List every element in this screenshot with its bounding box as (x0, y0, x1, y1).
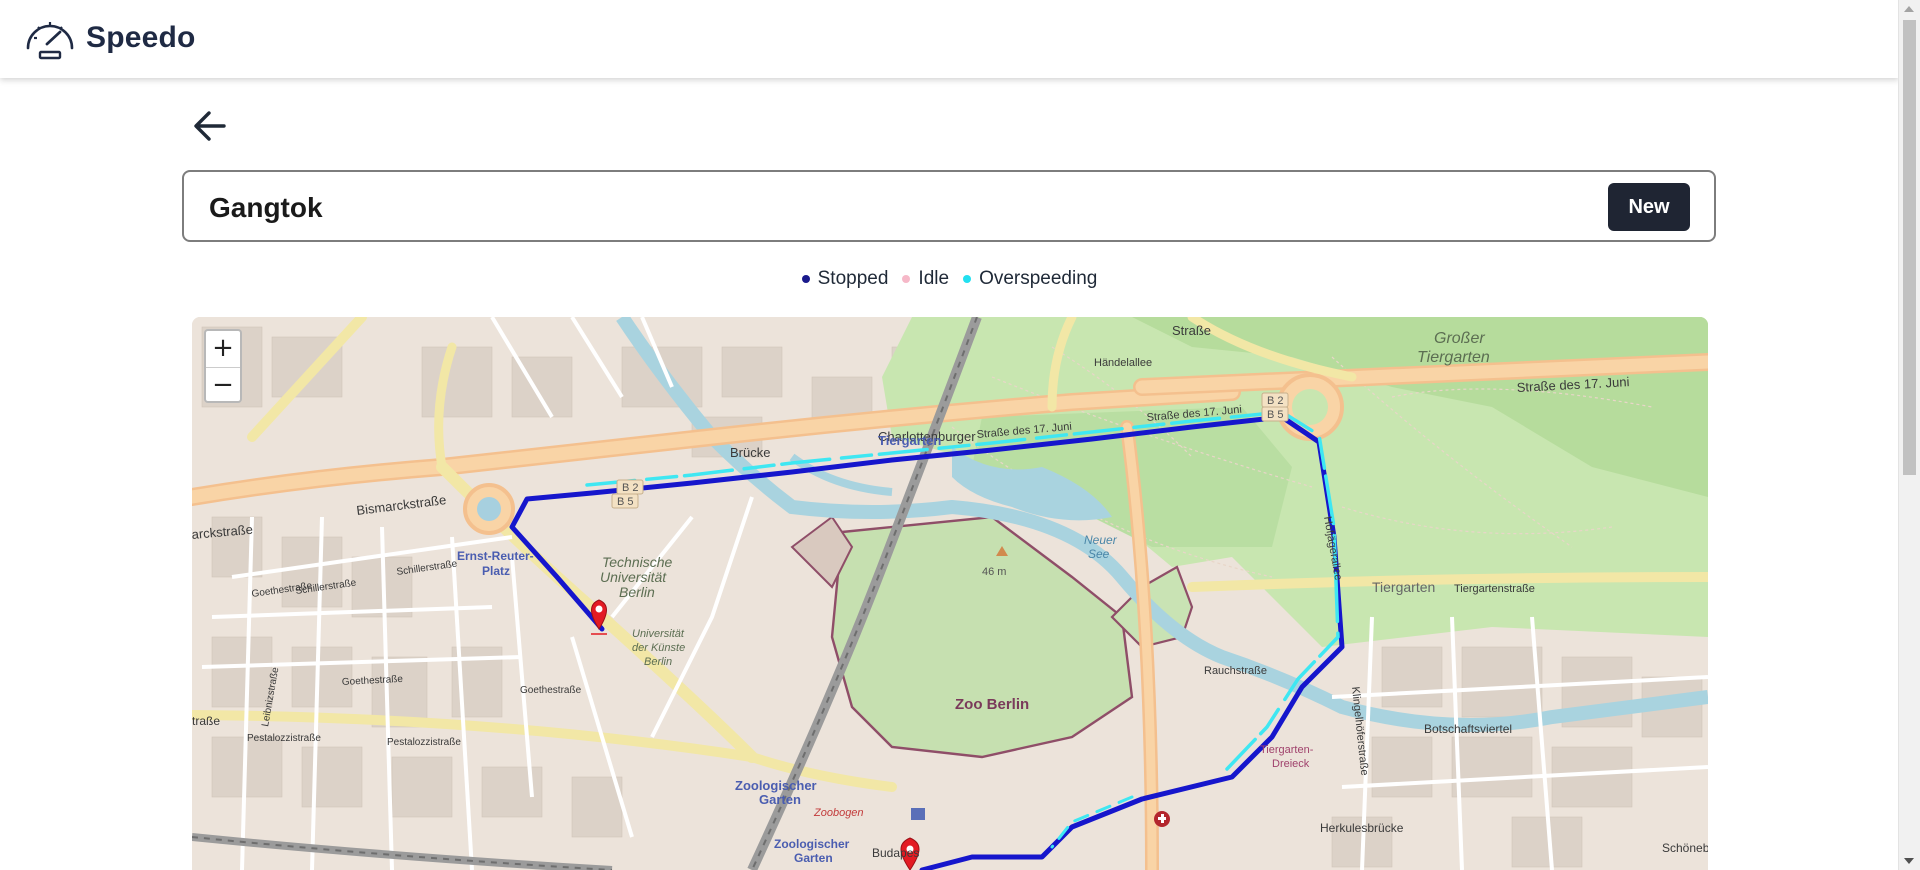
map-label: Pestalozzistraße (247, 733, 321, 744)
new-button[interactable]: New (1608, 183, 1690, 231)
map-label: Brücke (730, 445, 770, 460)
map-label: Goethestraße (520, 685, 582, 696)
map-label: Budapes (872, 846, 919, 860)
map-label: Neuer (1084, 533, 1118, 547)
map-label: Händelallee (1094, 357, 1152, 369)
legend-item-stopped: Stopped (801, 268, 889, 290)
route-map[interactable]: + − B 2 B 5 B 2 B 5 Charlottenburger Brü… (192, 317, 1708, 870)
brand-logo[interactable]: Speedo (22, 14, 196, 62)
station-label: Tiergarten (878, 433, 941, 448)
map-label: Berlin (619, 584, 655, 600)
map-label: Rauchstraße (1204, 665, 1267, 677)
map-label: Herkulesbrücke (1320, 821, 1404, 835)
overspeeding-dot (963, 275, 972, 283)
legend-item-overspeeding: Overspeeding (963, 268, 1097, 290)
legend-label: Idle (918, 268, 950, 289)
station-label: Zoologischer (774, 837, 850, 851)
scroll-up-icon[interactable] (1904, 6, 1914, 12)
map-label: See (1088, 547, 1110, 561)
map-label: Technische (602, 554, 673, 570)
scrollbar-thumb[interactable] (1903, 20, 1916, 475)
scroll-down-icon[interactable] (1904, 858, 1914, 864)
brand-name: Speedo (86, 21, 196, 54)
vehicle-search-bar[interactable]: Gangtok New (182, 170, 1716, 242)
legend-label: Overspeeding (979, 268, 1098, 289)
stopped-dot (801, 275, 810, 283)
map-label: Tiergarten- (1260, 744, 1314, 756)
map-label: Großer (1434, 330, 1485, 347)
map-label: Dreieck (1272, 758, 1310, 770)
map-label: Universität (600, 569, 667, 585)
map-label: Zoobogen (813, 807, 864, 819)
shield-b5: B 5 (617, 496, 634, 508)
map-label: Schöneb (1662, 841, 1708, 855)
map-label: Tiergartenstraße (1454, 583, 1535, 595)
legend-label: Stopped (817, 268, 889, 289)
idle-dot (902, 275, 911, 283)
station-label: Garten (794, 851, 833, 865)
map-label: traße (192, 714, 220, 728)
speedometer-icon (26, 22, 74, 60)
station-label: Ernst-Reuter- (457, 549, 534, 563)
map-label: Universität (632, 628, 685, 640)
shield-b2-east: B 2 (1267, 395, 1284, 407)
map-tiles[interactable]: B 2 B 5 B 2 B 5 Charlottenburger Brücke … (192, 317, 1708, 870)
map-label: 46 m (982, 566, 1006, 578)
map-label: Straße (1172, 323, 1211, 338)
zoom-in-button[interactable]: + (206, 331, 240, 367)
app-header: Speedo (0, 0, 1899, 78)
map-label: Tiergarten (1417, 349, 1490, 366)
route-legend: Stopped Idle Overspeeding (0, 268, 1899, 290)
map-label: Botschaftsviertel (1424, 722, 1512, 736)
zoom-out-button[interactable]: − (206, 367, 240, 404)
map-label: Berlin (644, 656, 672, 668)
station-label: Garten (759, 792, 801, 807)
arrow-left-icon (194, 111, 226, 141)
vehicle-name: Gangtok (209, 192, 323, 223)
legend-item-idle: Idle (902, 268, 949, 290)
station-label: Platz (482, 564, 510, 578)
map-label: Zoo Berlin (955, 696, 1029, 713)
map-label: Pestalozzistraße (387, 737, 461, 748)
shield-b5-east: B 5 (1267, 409, 1284, 421)
map-label: Tiergarten (1372, 579, 1435, 595)
page-scrollbar[interactable] (1898, 0, 1920, 870)
map-label: der Künste (632, 642, 685, 654)
back-button[interactable] (190, 106, 230, 146)
zoom-control: + − (204, 329, 242, 403)
station-label: Zoologischer (735, 778, 817, 793)
shield-b2: B 2 (622, 482, 639, 494)
